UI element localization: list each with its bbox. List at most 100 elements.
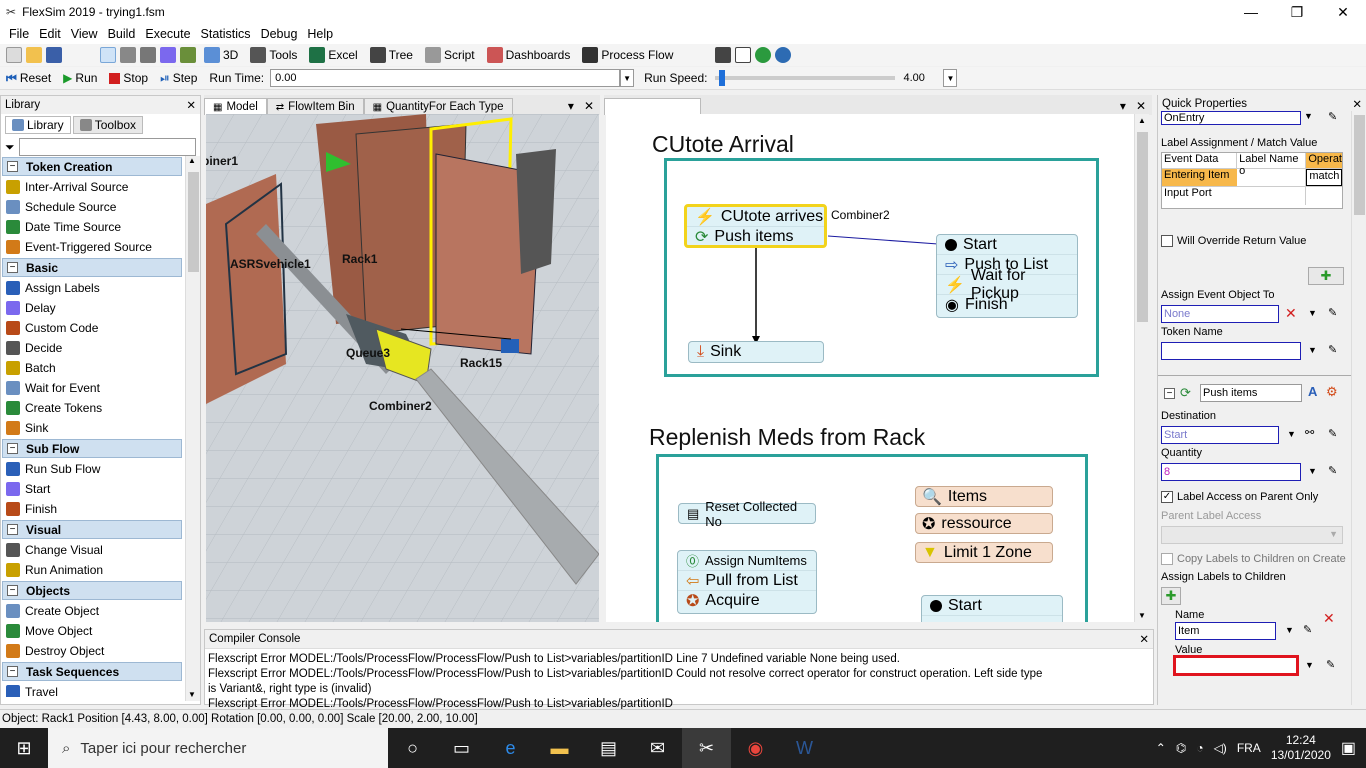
collapse-icon[interactable]: −	[7, 524, 18, 535]
pf-scrollbar[interactable]: ▲ ▼	[1134, 114, 1149, 622]
menu-help[interactable]: Help	[302, 27, 338, 41]
assign-event-dropdown-icon[interactable]: ▼	[1308, 308, 1317, 318]
windows-start-icon[interactable]: ⊞	[0, 728, 48, 768]
toolbar-tree-button[interactable]: Tree	[366, 47, 417, 63]
remove-label-icon[interactable]: ✕	[1323, 610, 1335, 627]
menu-edit[interactable]: Edit	[34, 27, 66, 41]
name-dropdown-icon[interactable]: ▼	[1285, 625, 1294, 635]
notifications-icon[interactable]: ▣	[1341, 738, 1356, 758]
name-eyedropper-icon[interactable]: ✎	[1303, 623, 1312, 636]
library-item[interactable]: Decide	[1, 338, 183, 358]
child-label-value-field[interactable]	[1173, 655, 1299, 676]
qp-close-icon[interactable]: ✕	[1352, 97, 1362, 111]
add-label-button[interactable]: ✚	[1308, 267, 1344, 285]
library-item[interactable]: Run Sub Flow	[1, 459, 183, 479]
tab-quantity-type[interactable]: ▦ QuantityFor Each Type	[363, 98, 513, 115]
step-button[interactable]: ⏯ Step	[160, 71, 197, 86]
toolbar-script-button[interactable]: Script	[421, 47, 479, 63]
toolbar-3d-button[interactable]: 3D	[200, 47, 242, 63]
toolbar-processflow-button[interactable]: Process Flow	[578, 47, 677, 63]
select-objects-icon[interactable]	[180, 47, 196, 63]
label-access-checkbox-box[interactable]: ✓	[1161, 491, 1173, 503]
library-item[interactable]: Batch	[1, 358, 183, 378]
token-name-eyedropper-icon[interactable]: ✎	[1328, 343, 1337, 356]
library-item[interactable]: Run Animation	[1, 560, 183, 580]
menu-build[interactable]: Build	[103, 27, 141, 41]
menu-statistics[interactable]: Statistics	[196, 27, 256, 41]
open-folder-icon[interactable]	[26, 47, 42, 63]
pf-scroll-up-icon[interactable]: ▲	[1138, 116, 1146, 125]
library-item[interactable]: Destroy Object	[1, 641, 183, 661]
pf-activity-pull-from-list[interactable]: ⇦ Pull from List	[678, 571, 816, 591]
library-item[interactable]: Event-Triggered Source	[1, 237, 183, 257]
pf-activity-assign-numitems[interactable]: ⓪ Assign NumItems	[678, 551, 816, 571]
menu-execute[interactable]: Execute	[140, 27, 195, 41]
child-label-name-field[interactable]: Item	[1175, 622, 1276, 640]
tray-chevron-icon[interactable]: ⌃	[1156, 741, 1166, 755]
pf-resource-ressource[interactable]: ✪ ressource	[915, 513, 1053, 534]
library-category[interactable]: − Basic	[2, 258, 182, 277]
run-button[interactable]: ▶ Run	[63, 71, 97, 85]
pf-resource-zone[interactable]: ▼ Limit 1 Zone	[915, 542, 1053, 563]
collapse-icon[interactable]: −	[1164, 388, 1175, 399]
tab-model[interactable]: ▦ Model	[204, 98, 267, 115]
table-cell[interactable]	[1306, 187, 1342, 205]
save-icon[interactable]	[46, 47, 62, 63]
library-scrollbar[interactable]: ▲ ▼	[185, 156, 200, 701]
new-file-icon[interactable]	[6, 47, 22, 63]
task-view-icon[interactable]: ▭	[437, 728, 486, 768]
pf-activity-acquire[interactable]: ✪ Acquire	[678, 591, 816, 611]
label-assignment-table[interactable]: Event Data Label Name o Operat Entering …	[1161, 152, 1343, 209]
token-name-dropdown-icon[interactable]: ▼	[1308, 345, 1317, 355]
collapse-icon[interactable]: −	[7, 585, 18, 596]
processflow-canvas[interactable]: CUtote Arrival ⚡ CUtote arrives ⟳ Push ite…	[606, 114, 1134, 622]
library-item[interactable]: Start	[1, 479, 183, 499]
library-item[interactable]: Finish	[1, 499, 183, 519]
tab-library[interactable]: Library	[5, 116, 71, 134]
library-item[interactable]: Wait for Event	[1, 378, 183, 398]
pf-resource-items[interactable]: 🔍 Items	[915, 486, 1053, 507]
quantity-eyedropper-icon[interactable]: ✎	[1328, 464, 1337, 477]
run-time-dropdown-icon[interactable]: ▼	[620, 69, 635, 87]
menu-view[interactable]: View	[66, 27, 103, 41]
store-icon[interactable]: ▤	[584, 728, 633, 768]
collapse-icon[interactable]: −	[7, 262, 18, 273]
file-explorer-icon[interactable]: ▬	[535, 728, 584, 768]
maximize-button[interactable]: ❐	[1274, 0, 1320, 24]
properties-icon[interactable]: ⚙	[1326, 384, 1338, 400]
pf-activity-start[interactable]: Start	[937, 235, 1077, 255]
library-category[interactable]: − Task Sequences	[2, 662, 182, 681]
pf-activity-start-2[interactable]: Start	[922, 596, 1062, 616]
token-name-field[interactable]	[1161, 342, 1301, 360]
library-item[interactable]: Move Object	[1, 621, 183, 641]
pf-group-pull[interactable]: ⓪ Assign NumItems ⇦ Pull from List ✪ Acquir…	[677, 550, 817, 614]
tab-flowitem-bin[interactable]: ⇄ FlowItem Bin	[266, 98, 364, 115]
table-cell[interactable]	[1237, 187, 1307, 205]
copy-labels-checkbox[interactable]: Copy Labels to Children on Create	[1161, 553, 1346, 565]
add-child-label-button[interactable]: ✚	[1161, 587, 1181, 605]
tab-toolbox[interactable]: Toolbox	[72, 116, 144, 134]
library-close-icon[interactable]: ✕	[186, 98, 196, 112]
scroll-thumb[interactable]	[188, 172, 199, 272]
pf-subflow-group-2[interactable]: Start	[921, 595, 1063, 622]
tab-processflow[interactable]: ▦ ProcessFlow	[604, 98, 702, 115]
clock[interactable]: 12:24 13/01/2020	[1271, 733, 1331, 763]
library-category[interactable]: − Objects	[2, 581, 182, 600]
toolbar-dashboards-button[interactable]: Dashboards	[483, 47, 575, 63]
assign-event-field[interactable]: None	[1161, 305, 1279, 323]
reset-button[interactable]: ⏮ Reset	[6, 71, 51, 86]
scroll-down-icon[interactable]: ▼	[188, 690, 196, 699]
chrome-icon[interactable]: ◉	[731, 728, 780, 768]
word-icon[interactable]: W	[780, 728, 829, 768]
tabs-menu-icon[interactable]: ▾	[564, 99, 578, 115]
pf-activity-reset[interactable]: ▤ Reset Collected No	[678, 499, 816, 529]
destination-field[interactable]: Start	[1161, 426, 1279, 444]
model-close-icon[interactable]: ✕	[578, 99, 600, 115]
destination-eyedropper-icon[interactable]: ✎	[1328, 427, 1337, 440]
flexsim-taskbar-icon[interactable]: ✂	[682, 728, 731, 768]
minimize-button[interactable]: —	[1228, 0, 1274, 24]
library-category[interactable]: − Visual	[2, 520, 182, 539]
override-checkbox-box[interactable]	[1161, 235, 1173, 247]
library-item[interactable]: Travel	[1, 682, 183, 697]
pf-close-icon[interactable]: ✕	[1130, 99, 1152, 115]
